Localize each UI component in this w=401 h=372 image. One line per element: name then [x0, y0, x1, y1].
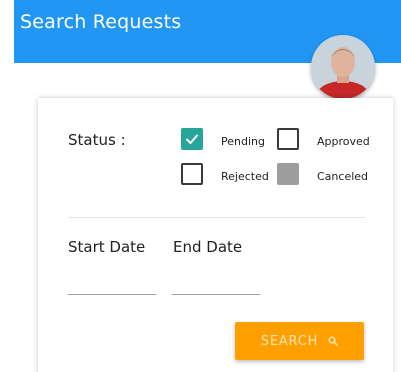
avatar-image — [311, 35, 375, 99]
search-button-label: SEARCH — [260, 333, 319, 349]
approved-label: Approved — [317, 135, 370, 148]
end-date-label: End Date — [173, 238, 243, 256]
status-label: Status : — [68, 131, 126, 149]
start-date-label: Start Date — [68, 238, 146, 256]
start-date-field[interactable] — [68, 269, 156, 295]
rejected-checkbox[interactable] — [181, 163, 203, 185]
end-date-field[interactable] — [172, 269, 260, 295]
pending-checkbox[interactable] — [181, 128, 203, 150]
pending-label: Pending — [221, 135, 265, 148]
rejected-label: Rejected — [221, 170, 269, 183]
search-icon — [328, 336, 339, 346]
search-button[interactable]: SEARCH — [235, 322, 364, 360]
approved-checkbox[interactable] — [277, 128, 299, 150]
user-avatar[interactable] — [311, 35, 375, 99]
canceled-checkbox[interactable] — [277, 163, 299, 185]
canceled-label: Canceled — [317, 170, 369, 183]
divider — [68, 217, 365, 218]
checkmark-icon — [186, 134, 198, 144]
page-title: Search Requests — [20, 11, 182, 33]
